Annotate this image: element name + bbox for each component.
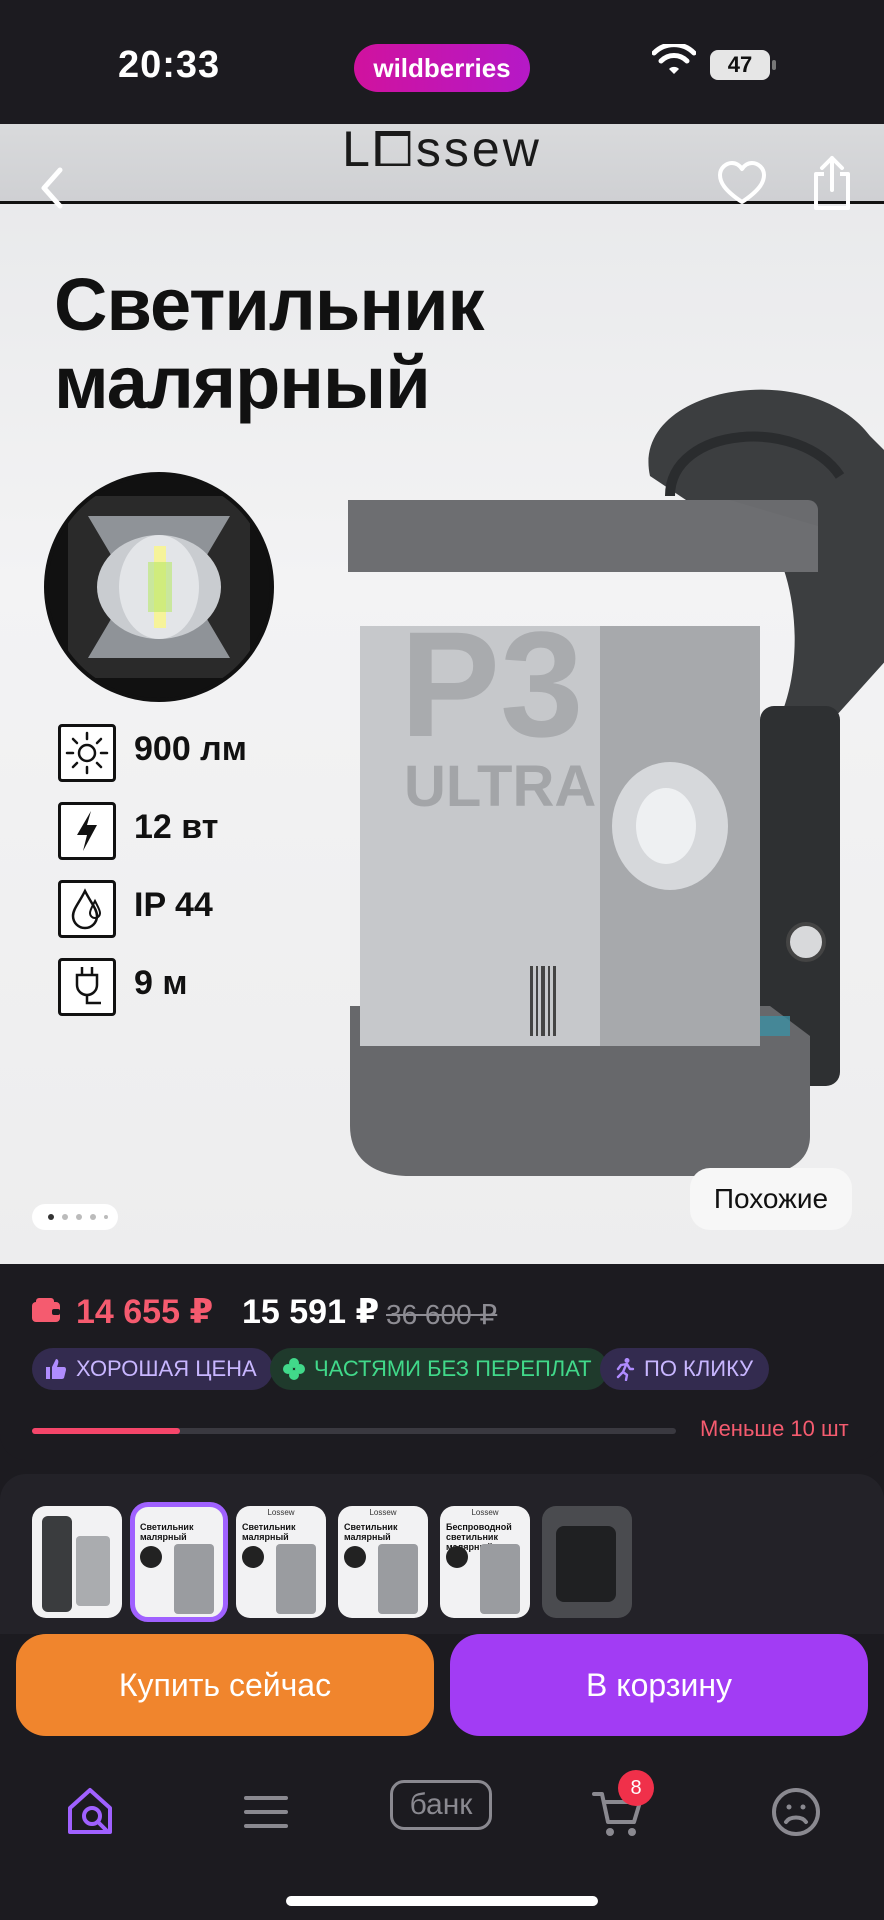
sun-icon <box>58 724 116 782</box>
home-search-icon[interactable] <box>62 1782 122 1842</box>
badge-text: ЧАСТЯМИ БЕЗ ПЕРЕПЛАТ <box>314 1356 592 1381</box>
wallet-price: 14 655 ₽ <box>76 1293 214 1331</box>
cart-count-badge: 8 <box>618 1770 654 1806</box>
similar-button[interactable]: Похожие <box>690 1168 852 1230</box>
tab-bar: банк 8 <box>0 1760 884 1920</box>
thumbs-up-icon <box>46 1359 66 1379</box>
status-bar: 20:33 wildberries 47 <box>0 0 884 124</box>
badge-good-price[interactable]: ХОРОШАЯ ЦЕНА <box>32 1348 273 1390</box>
thumbnail-brand: Lossew <box>369 1508 397 1517</box>
badge-text: ПО КЛИКУ <box>644 1356 754 1381</box>
lens-closeup-image <box>44 472 274 702</box>
stock-progress-fill <box>32 1428 181 1434</box>
badge-one-click[interactable]: ПО КЛИКУ <box>600 1348 770 1390</box>
menu-icon[interactable] <box>236 1782 296 1842</box>
spec-text: IP 44 <box>134 886 213 924</box>
thumbnail-brand: Lossew <box>267 1508 295 1517</box>
lightning-icon <box>58 802 116 860</box>
back-icon[interactable] <box>30 160 74 216</box>
wallet-icon <box>32 1298 60 1322</box>
thumbnail-2[interactable]: Светильник малярный <box>130 1502 228 1622</box>
thumbnail-5[interactable]: Lossew Беспроводной светильник малярный <box>440 1506 530 1618</box>
running-icon <box>616 1358 635 1381</box>
spec-text: 12 вт <box>134 808 219 846</box>
product-image: P3 ULTRA <box>348 389 884 1176</box>
stock-text: Меньше 10 шт <box>700 1416 849 1441</box>
add-to-cart-button[interactable]: В корзину <box>450 1634 868 1736</box>
thumbnail-title: Светильник малярный <box>140 1522 194 1542</box>
thumbnail-6[interactable] <box>542 1506 632 1618</box>
current-price: 15 591 ₽ <box>242 1293 380 1331</box>
stock-progress-bar <box>32 1428 676 1434</box>
price-card: 14 655 ₽ 15 591 ₽ 36 600 ₽ ХОРОШАЯ ЦЕНА … <box>0 1264 884 1460</box>
clover-icon <box>283 1358 305 1380</box>
wifi-icon <box>652 44 696 74</box>
thumbnail-4[interactable]: Lossew Светильник малярный <box>338 1506 428 1618</box>
plug-icon <box>58 958 116 1016</box>
share-icon[interactable] <box>808 154 856 212</box>
thumbnail-strip: Светильник малярный Lossew Светильник ма… <box>0 1474 884 1634</box>
spec-text: 900 лм <box>134 730 247 768</box>
badge-text: ХОРОШАЯ ЦЕНА <box>76 1356 257 1381</box>
status-time: 20:33 <box>118 44 221 86</box>
screen: 20:33 wildberries 47 L⧠ssew Светильник м… <box>0 0 884 1920</box>
app-pill[interactable]: wildberries <box>354 44 530 92</box>
thumbnail-title: Светильник малярный <box>242 1522 296 1542</box>
profile-icon[interactable] <box>766 1782 826 1842</box>
heart-icon[interactable] <box>716 158 768 210</box>
thumbnail-brand: Lossew <box>471 1508 499 1517</box>
thumbnail-3[interactable]: Lossew Светильник малярный <box>236 1506 326 1618</box>
gallery-pagination <box>32 1204 118 1230</box>
product-line-label: ULTRA <box>404 754 596 819</box>
product-gallery[interactable]: L⧠ssew Светильник малярный 900 лм 12 вт … <box>0 124 884 1264</box>
old-price: 36 600 ₽ <box>386 1299 498 1330</box>
battery-indicator: 47 <box>710 50 776 80</box>
thumbnail-1[interactable] <box>32 1506 122 1618</box>
spec-text: 9 м <box>134 964 188 1002</box>
product-model-label: P3 <box>400 600 583 768</box>
water-drop-icon <box>58 880 116 938</box>
buy-now-button[interactable]: Купить сейчас <box>16 1634 434 1736</box>
home-indicator[interactable] <box>286 1896 598 1906</box>
bank-tab[interactable]: банк <box>390 1780 492 1830</box>
badge-installments[interactable]: ЧАСТЯМИ БЕЗ ПЕРЕПЛАТ <box>270 1348 608 1390</box>
thumbnail-title: Светильник малярный <box>344 1522 398 1542</box>
